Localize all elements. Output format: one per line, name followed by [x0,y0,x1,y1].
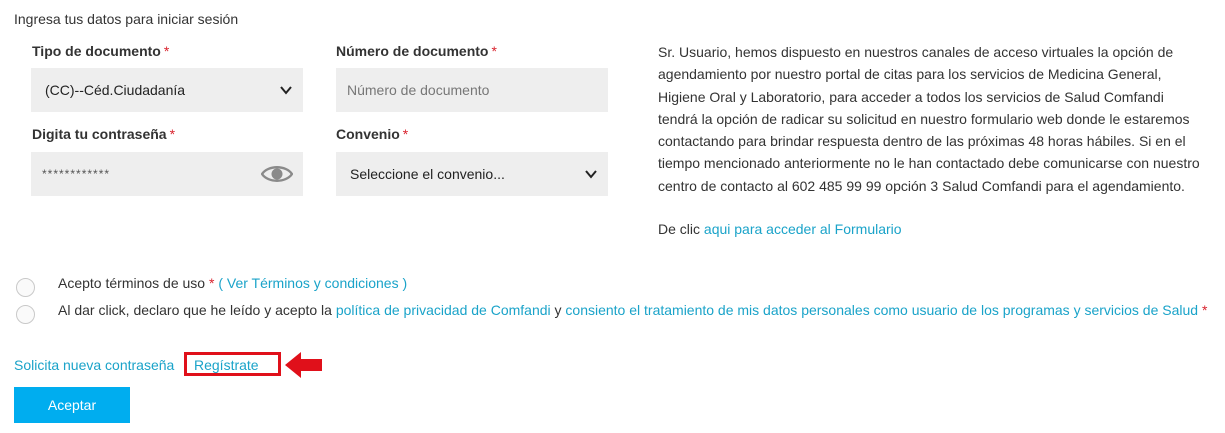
password-masked-value: ************ [42,167,111,181]
password-label: Digita tu contraseña * [32,126,175,142]
doc-type-selected-value: (CC)--Céd.Ciudadanía [45,82,186,98]
agreement-label-text: Convenio [336,126,400,142]
form-link-prefix: De clic [658,221,701,238]
chevron-down-icon [585,170,597,179]
terms-radio[interactable] [16,278,35,297]
terms-text: Acepto términos de uso [58,275,206,291]
eye-icon[interactable] [261,163,293,185]
required-mark: * [402,126,409,142]
privacy-radio[interactable] [16,305,35,324]
doc-number-input[interactable]: Número de documento [336,68,608,112]
doc-number-label: Número de documento * [336,43,497,59]
form-link-line: De clic aqui para acceder al Formulario [658,218,1203,240]
data-treatment-link[interactable]: consiento el tratamiento de mis datos pe… [565,302,1198,318]
agreement-select[interactable]: Seleccione el convenio... [336,152,608,196]
login-intro: Ingresa tus datos para iniciar sesión [14,11,239,27]
terms-link[interactable]: ( Ver Términos y condiciones ) [218,275,407,291]
register-highlight-box [184,352,281,376]
service-notice: Sr. Usuario, hemos dispuesto en nuestros… [658,41,1203,240]
privacy-and: y [554,302,562,318]
doc-type-select[interactable]: (CC)--Céd.Ciudadanía [31,68,303,112]
terms-consent: Acepto términos de uso * ( Ver Términos … [58,272,407,294]
agreement-label: Convenio * [336,126,408,142]
arrow-left-icon [285,352,322,378]
service-notice-text: Sr. Usuario, hemos dispuesto en nuestros… [658,44,1200,194]
privacy-prefix: Al dar click, declaro que he leído y ace… [58,302,332,318]
privacy-policy-link[interactable]: política de privacidad de Comfandi [336,302,551,318]
accept-button[interactable]: Aceptar [14,387,130,423]
agreement-selected-value: Seleccione el convenio... [350,166,505,182]
doc-number-placeholder: Número de documento [347,82,490,98]
privacy-consent: Al dar click, declaro que he leído y ace… [58,299,1208,321]
required-mark: * [208,275,215,291]
required-mark: * [163,43,170,59]
new-password-link[interactable]: Solicita nueva contraseña [14,357,174,373]
password-input[interactable]: ************ [31,152,303,196]
password-label-text: Digita tu contraseña [32,126,167,142]
required-mark: * [491,43,497,59]
doc-type-label: Tipo de documento * [32,43,169,59]
form-link[interactable]: aqui para acceder al Formulario [704,221,902,237]
doc-type-label-text: Tipo de documento [32,43,161,59]
chevron-down-icon [280,86,292,95]
doc-number-label-text: Número de documento [336,43,489,59]
required-mark: * [169,126,176,142]
required-mark: * [1201,302,1208,318]
